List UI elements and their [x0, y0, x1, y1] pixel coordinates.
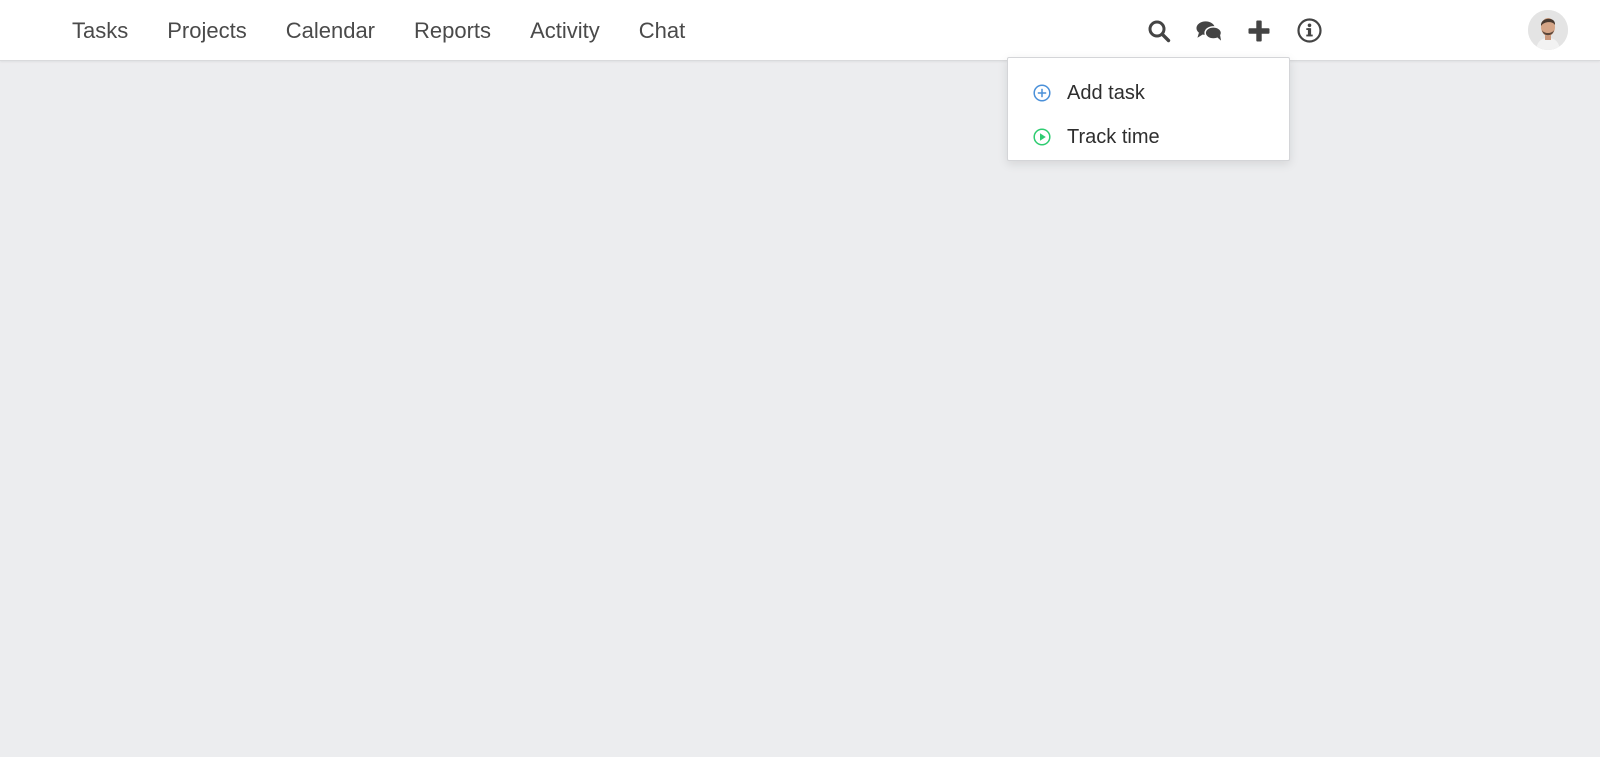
- nav-item-reports[interactable]: Reports: [414, 19, 491, 42]
- plus-icon: [1248, 20, 1270, 41]
- menu-item-add-task[interactable]: Add task: [1008, 71, 1289, 115]
- add-button[interactable]: [1246, 18, 1272, 44]
- nav-item-calendar[interactable]: Calendar: [286, 19, 375, 42]
- chat-button[interactable]: [1196, 18, 1222, 44]
- add-circle-icon: [1032, 83, 1052, 103]
- nav-item-projects[interactable]: Projects: [167, 19, 246, 42]
- menu-item-label: Track time: [1067, 125, 1160, 148]
- menu-item-label: Add task: [1067, 81, 1145, 104]
- nav-item-activity[interactable]: Activity: [530, 19, 600, 42]
- add-menu-dropdown: Add task Track time: [1007, 57, 1290, 161]
- main-nav: Tasks Projects Calendar Reports Activity…: [72, 0, 724, 61]
- info-button[interactable]: [1296, 18, 1322, 44]
- search-icon: [1148, 20, 1171, 42]
- chat-bubbles-icon: [1196, 20, 1222, 41]
- info-icon: [1296, 18, 1322, 43]
- user-avatar[interactable]: [1528, 10, 1568, 50]
- menu-item-track-time[interactable]: Track time: [1008, 115, 1289, 159]
- nav-item-tasks[interactable]: Tasks: [72, 19, 128, 42]
- nav-item-chat[interactable]: Chat: [639, 19, 685, 42]
- search-button[interactable]: [1146, 18, 1172, 44]
- play-circle-icon: [1032, 127, 1052, 147]
- top-navigation-bar: Tasks Projects Calendar Reports Activity…: [0, 0, 1600, 61]
- avatar-image: [1528, 10, 1568, 50]
- toolbar-icons: [1146, 0, 1346, 61]
